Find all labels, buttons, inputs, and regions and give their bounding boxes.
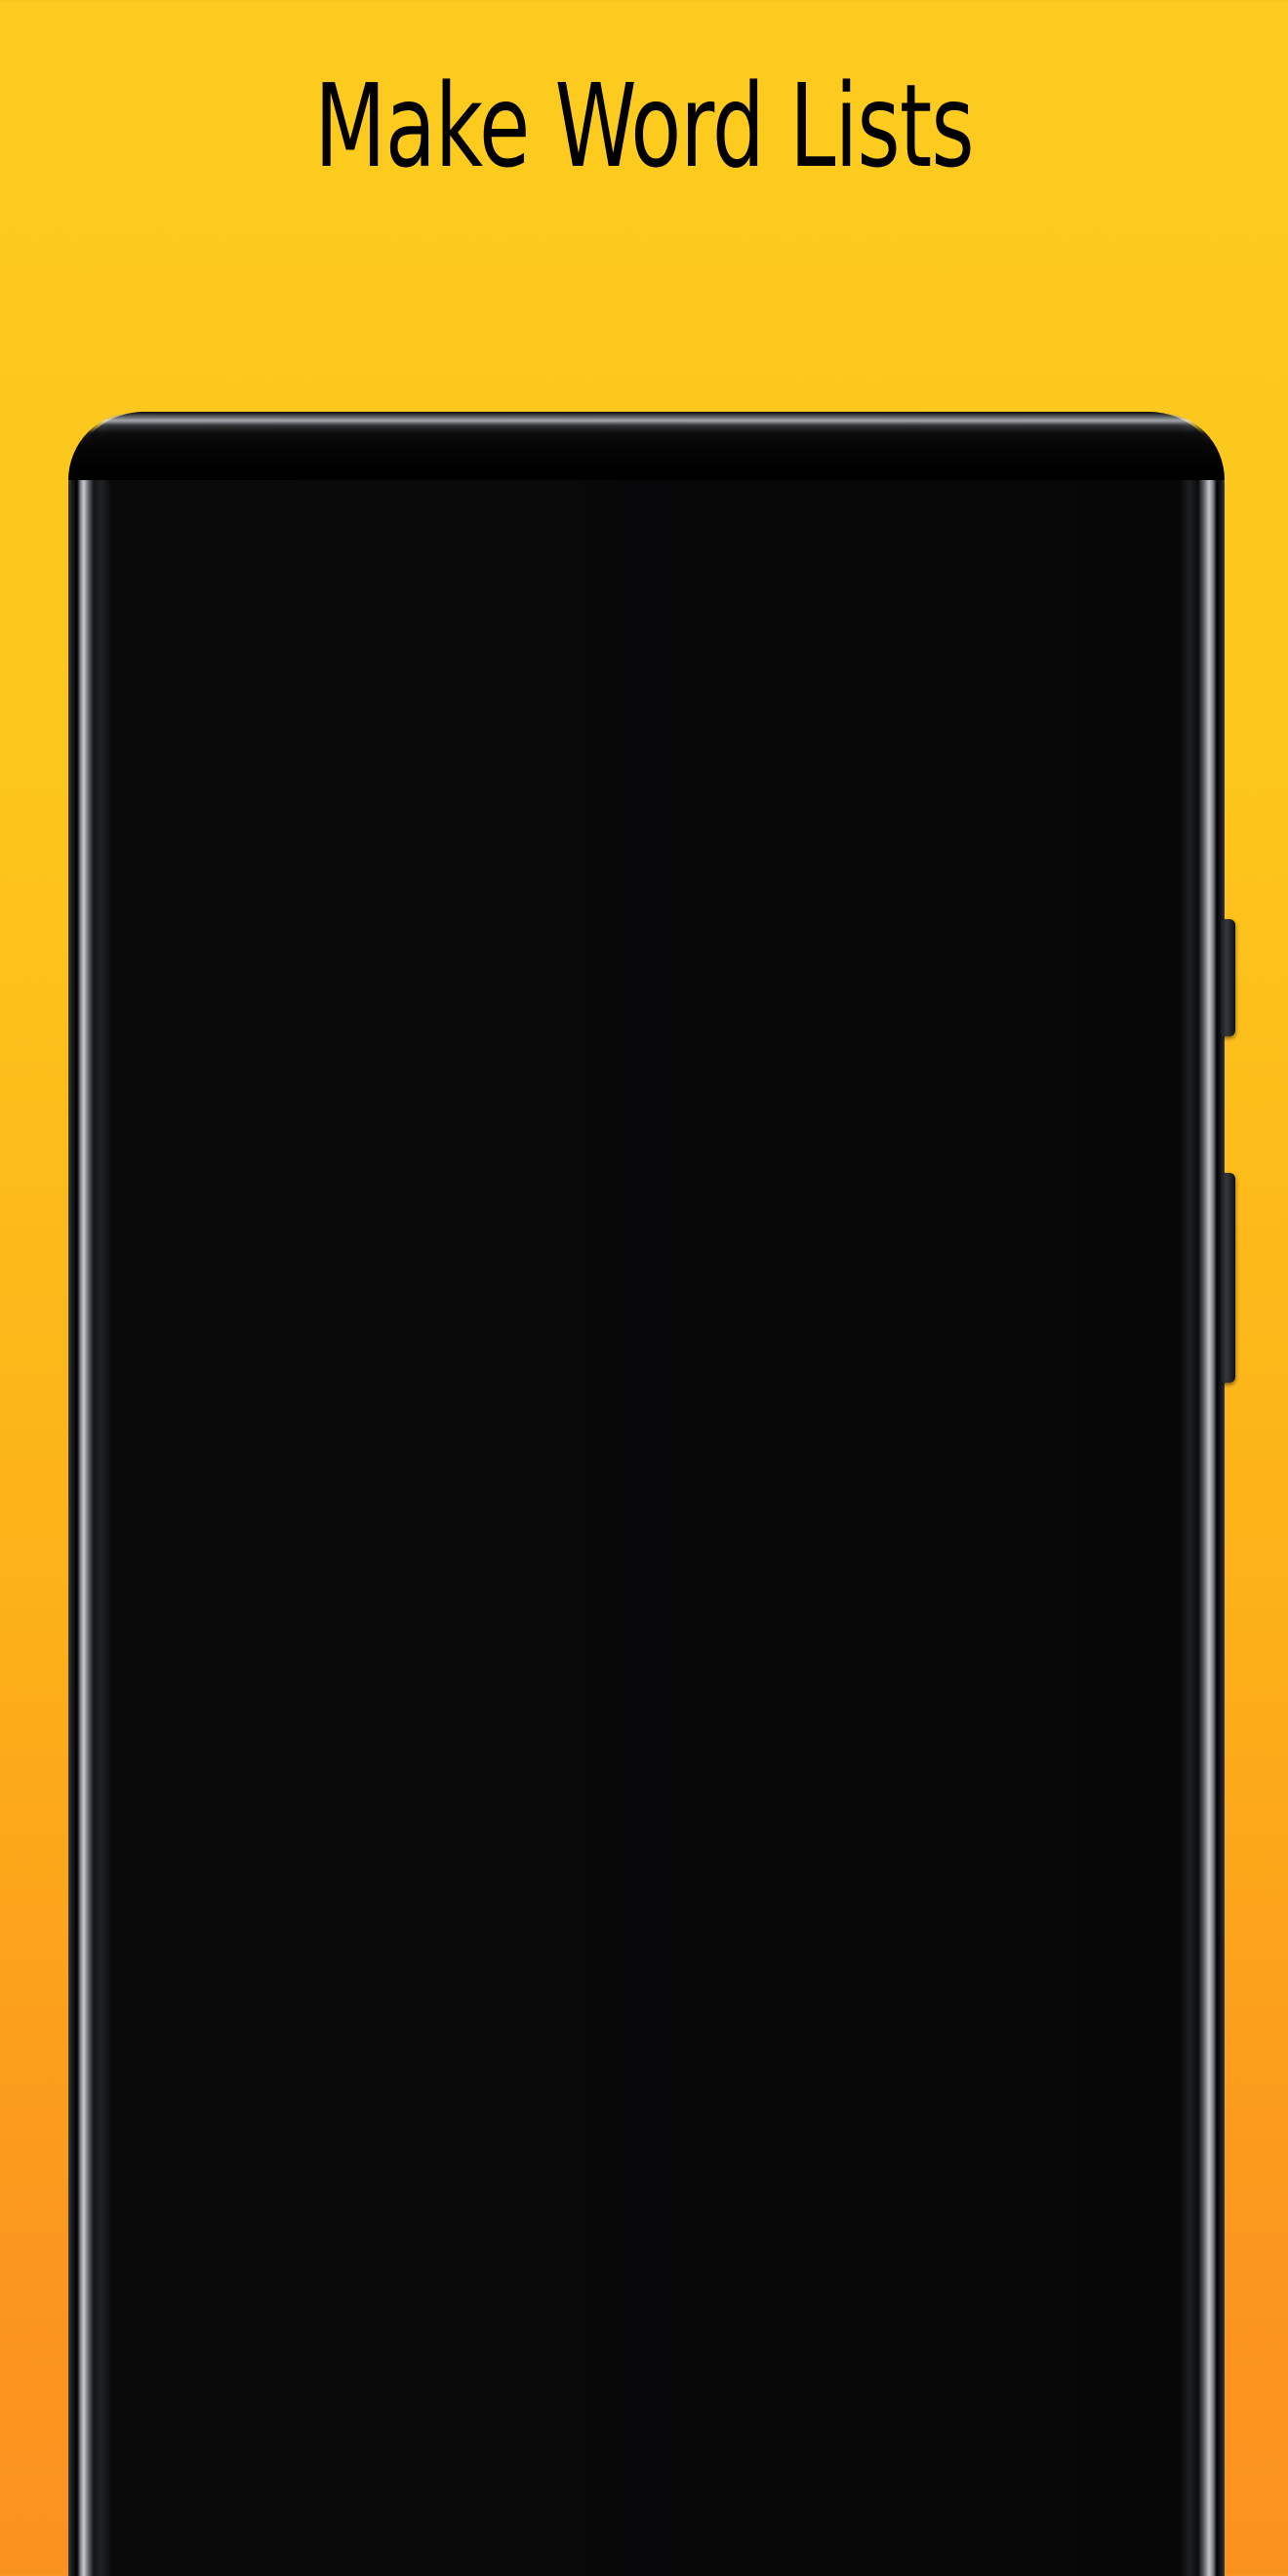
- wifi-icon: [1070, 638, 1106, 669]
- nav-item-settings[interactable]: Settings: [934, 2572, 1199, 2576]
- list-item[interactable]: Q not followed by U - 36 words: [139, 1182, 1199, 1313]
- page-title: Make Word Lists: [314, 59, 974, 193]
- bottom-navigation-bar: Search Anagrams Lists Settings: [139, 2510, 1199, 2576]
- earpiece-speaker-icon: [479, 469, 708, 493]
- add-new-list-button[interactable]: Add new list: [522, 2212, 816, 2307]
- list-item-label: 3 letter words - 1066 words: [178, 961, 652, 1004]
- app-bar: My Lists: [139, 681, 1199, 786]
- list-item[interactable]: Only vowels - 6 words: [139, 1313, 1199, 1445]
- phone-device: 12:06 My Lists 2 letter words - 107 word…: [68, 412, 1235, 2576]
- status-time: 12:06: [166, 635, 249, 671]
- list-item-label: 2 letter words - 107 words: [178, 829, 629, 872]
- phone-screen: 12:06 My Lists 2 letter words - 107 word…: [139, 626, 1199, 2576]
- list-item[interactable]: No vowels - 28 words: [139, 1050, 1199, 1182]
- phone-front-face: 12:06 My Lists 2 letter words - 107 word…: [94, 431, 1199, 2576]
- app-bar-title: My Lists: [587, 708, 750, 758]
- list-item-label: Q not followed by U - 36 words: [178, 1225, 714, 1268]
- camera-large-icon: [321, 490, 356, 525]
- list-item-label: No vowels - 28 words: [178, 1093, 553, 1136]
- word-lists-container: 2 letter words - 107 words 3 letter word…: [139, 786, 1199, 2363]
- nav-item-lists[interactable]: Lists: [669, 2572, 935, 2576]
- camera-small-icon: [240, 499, 262, 520]
- list-item[interactable]: 3 letter words - 1066 words: [139, 918, 1199, 1050]
- nav-item-anagrams[interactable]: Anagrams: [404, 2572, 669, 2576]
- power-button[interactable]: [1221, 919, 1235, 1036]
- status-icons: [1070, 636, 1174, 671]
- bezel-gloss: [94, 431, 263, 574]
- signal-icon: [1114, 638, 1146, 669]
- volume-rocker[interactable]: [1221, 1173, 1235, 1383]
- battery-icon: [1154, 636, 1174, 671]
- status-bar: 12:06: [139, 626, 1199, 681]
- list-item-label: Only vowels - 6 words: [178, 1356, 562, 1399]
- nav-item-search[interactable]: Search: [139, 2572, 404, 2576]
- list-item[interactable]: 2 letter words - 107 words: [139, 786, 1199, 918]
- add-new-list-row: Add new list: [139, 2212, 1199, 2307]
